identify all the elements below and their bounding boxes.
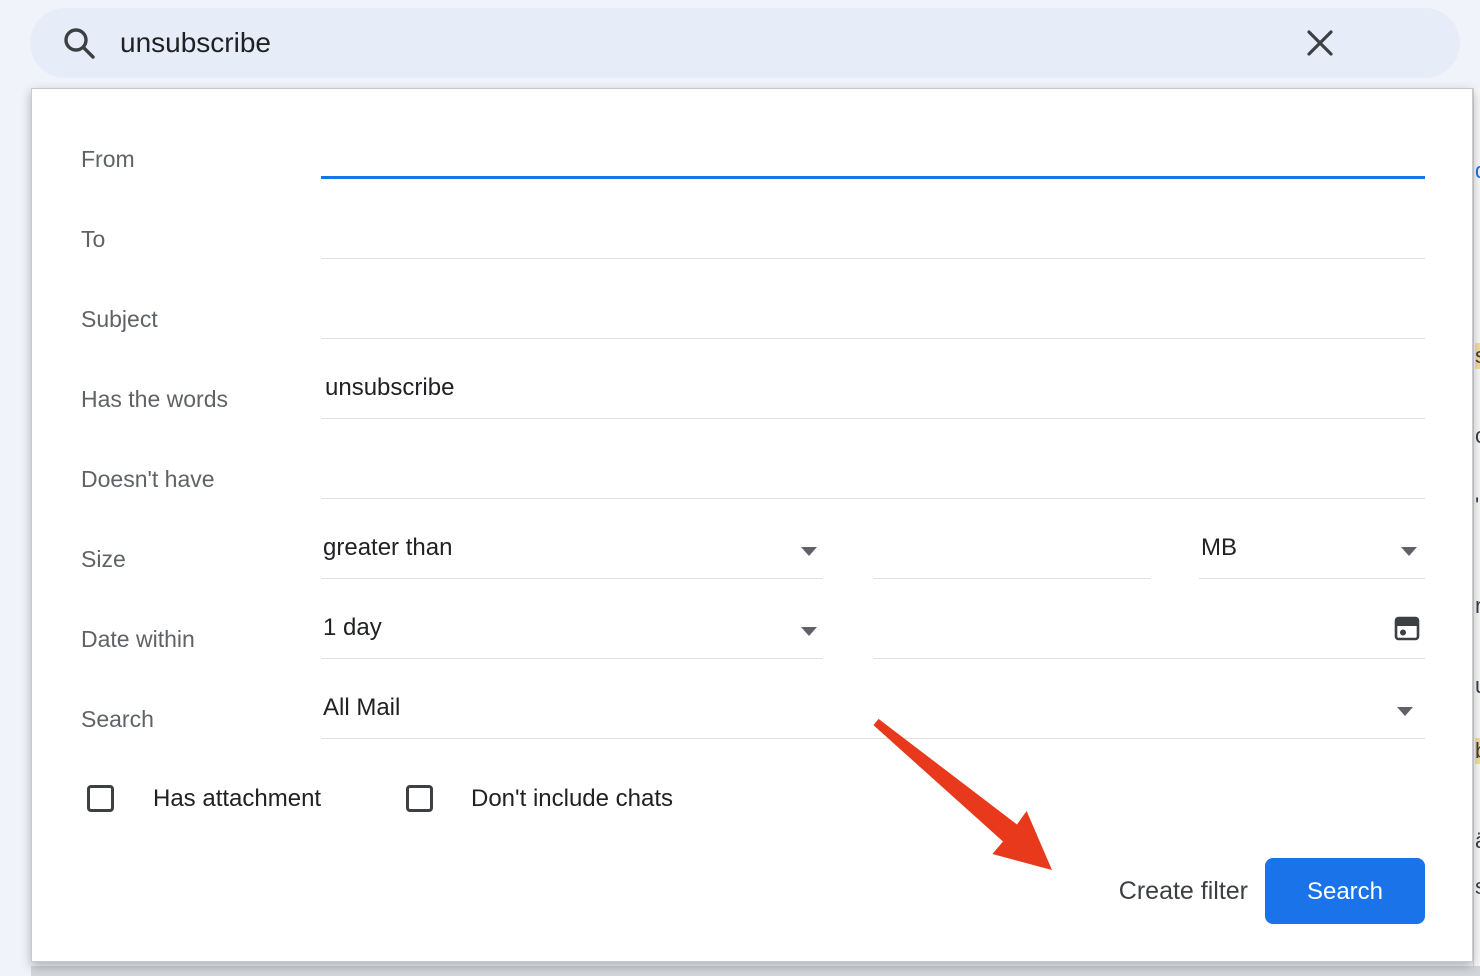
subject-label: Subject xyxy=(81,303,158,335)
has-words-input[interactable]: unsubscribe xyxy=(321,359,1425,419)
has-words-label: Has the words xyxy=(81,383,228,415)
chevron-down-icon xyxy=(801,627,817,636)
subject-input[interactable] xyxy=(321,279,1425,339)
from-input[interactable] xyxy=(321,119,1425,179)
calendar-icon[interactable] xyxy=(1393,614,1421,642)
date-range-dropdown[interactable]: 1 day xyxy=(321,599,823,659)
chevron-down-icon xyxy=(1401,547,1417,556)
doesnt-have-label: Doesn't have xyxy=(81,463,215,495)
search-scope-label: Search xyxy=(81,703,154,735)
background-content-strip: d s c 'e n u b ä s xyxy=(1473,88,1480,966)
background-text-fragment: s xyxy=(1475,343,1480,369)
background-text-fragment: s xyxy=(1475,874,1480,900)
dont-include-chats-checkbox[interactable] xyxy=(406,785,433,812)
size-unit-dropdown[interactable]: MB xyxy=(1199,519,1425,579)
advanced-search-panel: From To Subject Has the words unsubscrib… xyxy=(31,88,1473,962)
background-text-fragment: c xyxy=(1475,423,1480,449)
search-bar[interactable]: unsubscribe xyxy=(30,8,1460,78)
background-text-fragment: 'e xyxy=(1475,493,1480,519)
to-label: To xyxy=(81,223,105,255)
chevron-down-icon xyxy=(1397,707,1413,716)
size-operator-dropdown[interactable]: greater than xyxy=(321,519,823,579)
background-text-fragment: d xyxy=(1475,158,1480,184)
size-amount-input[interactable] xyxy=(873,519,1151,579)
search-scope-value: All Mail xyxy=(323,694,400,721)
panel-bottom-shadow xyxy=(31,966,1480,976)
background-text-fragment: n xyxy=(1475,593,1480,619)
date-range-value: 1 day xyxy=(323,614,382,641)
background-text-fragment: ä xyxy=(1475,828,1480,854)
create-filter-button[interactable]: Create filter xyxy=(1038,861,1248,921)
size-label: Size xyxy=(81,543,126,575)
search-icon xyxy=(62,26,96,60)
has-attachment-checkbox[interactable] xyxy=(87,785,114,812)
chevron-down-icon xyxy=(801,547,817,556)
from-label: From xyxy=(81,143,135,175)
background-text-fragment: u xyxy=(1475,673,1480,699)
search-button[interactable]: Search xyxy=(1265,858,1425,924)
date-input[interactable] xyxy=(873,599,1425,659)
search-input[interactable]: unsubscribe xyxy=(120,27,1304,59)
size-operator-value: greater than xyxy=(323,534,452,561)
date-within-label: Date within xyxy=(81,623,195,655)
has-attachment-label: Has attachment xyxy=(153,783,321,815)
size-unit-value: MB xyxy=(1201,534,1237,561)
doesnt-have-input[interactable] xyxy=(321,439,1425,499)
background-text-fragment: b xyxy=(1475,738,1480,764)
close-icon[interactable] xyxy=(1304,27,1336,59)
to-input[interactable] xyxy=(321,199,1425,259)
dont-include-chats-label: Don't include chats xyxy=(471,783,673,815)
search-scope-dropdown[interactable]: All Mail xyxy=(321,679,1425,739)
